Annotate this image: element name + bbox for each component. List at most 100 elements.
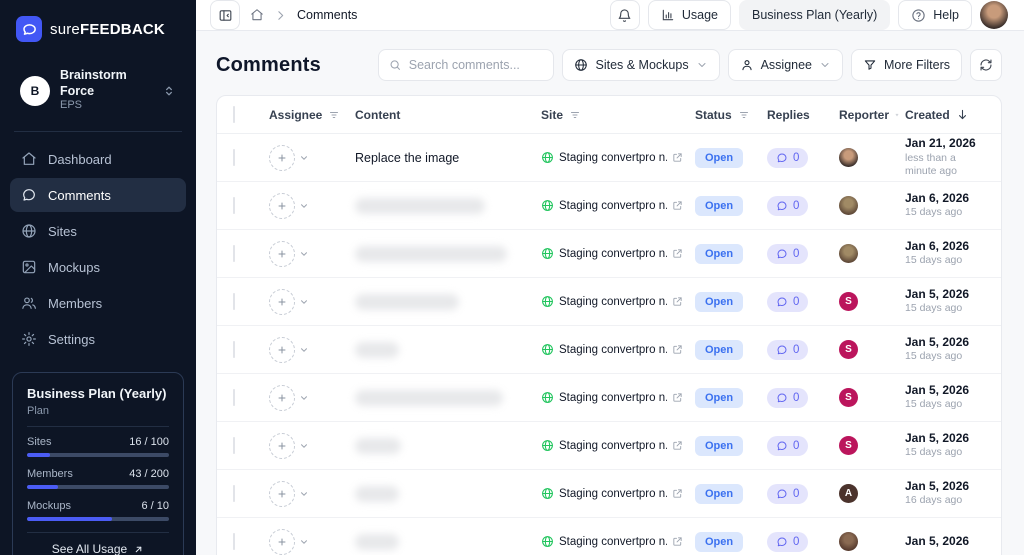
sidebar-item-label: Comments [48, 188, 111, 203]
members-icon [21, 295, 37, 311]
chevron-down-icon[interactable] [299, 441, 309, 451]
external-link-icon[interactable] [672, 344, 683, 355]
search-input[interactable] [409, 58, 544, 72]
external-link-icon[interactable] [672, 392, 683, 403]
row-checkbox[interactable] [233, 485, 235, 502]
status-badge: Open [695, 340, 743, 360]
chevron-down-icon[interactable] [299, 393, 309, 403]
row-checkbox[interactable] [233, 533, 235, 550]
chevron-down-icon[interactable] [299, 297, 309, 307]
help-button[interactable]: Help [898, 0, 972, 30]
table-row[interactable]: Staging convertpro n... Open 0 S Jan 5, … [217, 422, 1001, 470]
table-row[interactable]: Staging convertpro n... Open 0 Jan 6, 20… [217, 230, 1001, 278]
notifications-button[interactable] [610, 0, 640, 30]
globe-icon [541, 199, 554, 212]
plan-title: Business Plan (Yearly) [27, 386, 169, 401]
sidebar-item-sites[interactable]: Sites [10, 214, 186, 248]
assign-user-button[interactable] [269, 193, 295, 219]
external-link-icon[interactable] [672, 488, 683, 499]
table-row[interactable]: Staging convertpro n... Open 0 Jan 6, 20… [217, 182, 1001, 230]
assign-user-button[interactable] [269, 385, 295, 411]
site-link[interactable]: Staging convertpro n... [541, 247, 689, 260]
refresh-button[interactable] [970, 49, 1002, 81]
sidebar-item-comments[interactable]: Comments [10, 178, 186, 212]
site-link[interactable]: Staging convertpro n... [541, 535, 689, 548]
site-link[interactable]: Staging convertpro n... [541, 151, 689, 164]
chevron-down-icon[interactable] [299, 249, 309, 259]
site-link[interactable]: Staging convertpro n... [541, 199, 689, 212]
image-icon [21, 259, 37, 275]
sidebar-item-members[interactable]: Members [10, 286, 186, 320]
row-checkbox[interactable] [233, 389, 235, 406]
assign-user-button[interactable] [269, 241, 295, 267]
site-link[interactable]: Staging convertpro n... [541, 487, 689, 500]
chevron-down-icon[interactable] [299, 201, 309, 211]
row-checkbox[interactable] [233, 197, 235, 214]
assign-user-button[interactable] [269, 481, 295, 507]
reporter-avatar: S [839, 292, 858, 311]
created-date: Jan 5, 2026 [905, 287, 985, 303]
breadcrumb-home[interactable] [250, 8, 264, 22]
assign-user-button[interactable] [269, 289, 295, 315]
external-link-icon[interactable] [672, 248, 683, 259]
site-link[interactable]: Staging convertpro n... [541, 391, 689, 404]
chevron-down-icon [696, 59, 708, 71]
chat-bubble-icon [776, 200, 788, 212]
col-header-assignee[interactable]: Assignee [269, 108, 349, 122]
assignee-filter[interactable]: Assignee [728, 49, 843, 81]
chat-bubble-icon [776, 248, 788, 260]
workspace-selector[interactable]: B Brainstorm Force EPS [12, 62, 184, 119]
row-checkbox[interactable] [233, 149, 235, 166]
user-avatar[interactable] [980, 1, 1008, 29]
select-all-checkbox[interactable] [233, 106, 235, 123]
see-all-usage-link[interactable]: See All Usage [27, 532, 169, 555]
sidebar-divider [14, 131, 182, 132]
reporter-avatar [839, 196, 858, 215]
site-name: Staging convertpro n... [559, 248, 667, 260]
table-row[interactable]: Staging convertpro n... Open 0 Jan 5, 20… [217, 518, 1001, 555]
table-row[interactable]: Staging convertpro n... Open 0 S Jan 5, … [217, 326, 1001, 374]
site-link[interactable]: Staging convertpro n... [541, 295, 689, 308]
row-checkbox[interactable] [233, 293, 235, 310]
sidebar-item-settings[interactable]: Settings [10, 322, 186, 356]
collapse-sidebar-button[interactable] [210, 0, 240, 30]
col-header-site[interactable]: Site [541, 108, 689, 122]
assign-user-button[interactable] [269, 433, 295, 459]
created-ago: 15 days ago [905, 254, 985, 268]
external-link-icon[interactable] [672, 200, 683, 211]
external-link-icon[interactable] [672, 440, 683, 451]
site-link[interactable]: Staging convertpro n... [541, 439, 689, 452]
usage-button[interactable]: Usage [648, 0, 731, 30]
table-row[interactable]: Replace the image Staging convertpro n..… [217, 134, 1001, 182]
assign-user-button[interactable] [269, 145, 295, 171]
external-link-icon[interactable] [672, 152, 683, 163]
sidebar-item-dashboard[interactable]: Dashboard [10, 142, 186, 176]
search-box[interactable] [378, 49, 554, 81]
external-link-icon[interactable] [672, 536, 683, 547]
row-checkbox[interactable] [233, 245, 235, 262]
col-header-reporter[interactable]: Reporter [839, 108, 899, 122]
table-row[interactable]: Staging convertpro n... Open 0 S Jan 5, … [217, 278, 1001, 326]
col-header-status[interactable]: Status [695, 108, 761, 122]
sidebar-item-mockups[interactable]: Mockups [10, 250, 186, 284]
more-filters-button[interactable]: More Filters [851, 49, 962, 81]
assign-user-button[interactable] [269, 529, 295, 555]
sites-mockups-filter[interactable]: Sites & Mockups [562, 49, 719, 81]
col-header-created[interactable]: Created [905, 108, 985, 122]
table-row[interactable]: Staging convertpro n... Open 0 S Jan 5, … [217, 374, 1001, 422]
chevron-down-icon[interactable] [299, 489, 309, 499]
table-row[interactable]: Staging convertpro n... Open 0 A Jan 5, … [217, 470, 1001, 518]
chevron-down-icon[interactable] [299, 537, 309, 547]
filter-lines-icon [569, 109, 581, 121]
assign-user-button[interactable] [269, 337, 295, 363]
chevron-down-icon[interactable] [299, 345, 309, 355]
row-checkbox[interactable] [233, 341, 235, 358]
plan-button[interactable]: Business Plan (Yearly) [739, 0, 890, 30]
home-icon [21, 151, 37, 167]
col-header-replies: Replies [767, 108, 833, 122]
chevron-down-icon[interactable] [299, 153, 309, 163]
created-ago: 16 days ago [905, 494, 985, 508]
external-link-icon[interactable] [672, 296, 683, 307]
row-checkbox[interactable] [233, 437, 235, 454]
site-link[interactable]: Staging convertpro n... [541, 343, 689, 356]
